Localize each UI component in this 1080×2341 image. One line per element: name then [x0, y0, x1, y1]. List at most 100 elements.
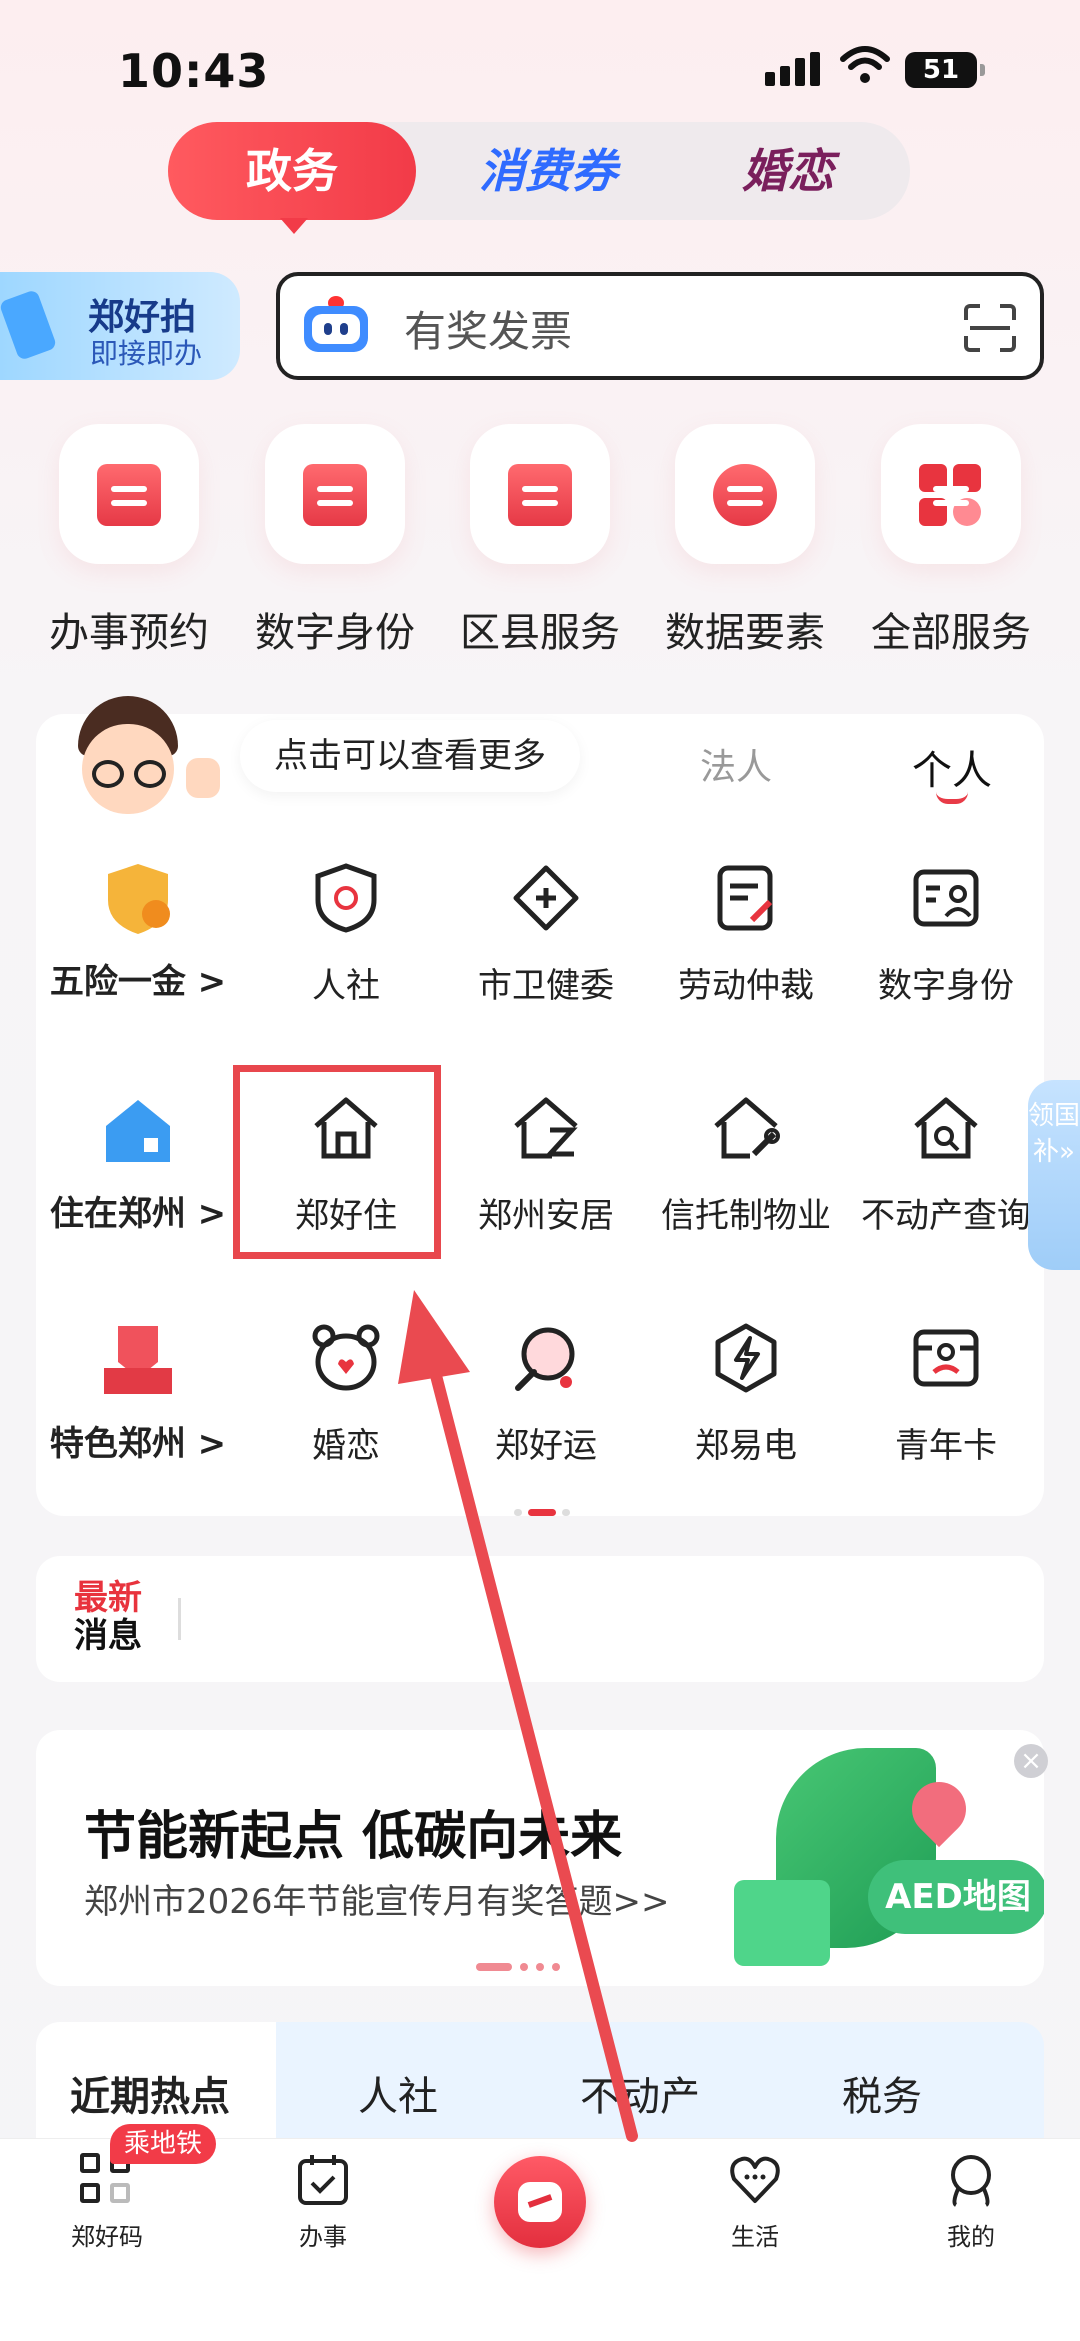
- user-icon: [944, 2153, 998, 2207]
- battery-icon: 51: [905, 52, 985, 88]
- scan-icon[interactable]: [964, 304, 1016, 352]
- subsidy-side-tab[interactable]: 领国补»: [1028, 1080, 1080, 1270]
- tab-realestate[interactable]: 不动产: [580, 2064, 700, 2122]
- search-input[interactable]: 有奖发票: [404, 298, 572, 359]
- banner-indicator: [476, 1956, 568, 1975]
- service-label: 人社: [312, 966, 380, 1006]
- tabbar-code[interactable]: 郑好码: [32, 2153, 182, 2252]
- home-search-icon: [910, 1092, 982, 1164]
- assistant-avatar[interactable]: [62, 696, 232, 826]
- quick-label: 全部服务: [871, 610, 1031, 656]
- shield-eye-icon: [310, 862, 382, 934]
- tab-government[interactable]: 政务: [168, 122, 416, 234]
- building-icon: [508, 464, 572, 526]
- category-housing[interactable]: 住在郑州 >: [40, 1092, 236, 1235]
- tab-individual[interactable]: 个人: [912, 738, 992, 796]
- service-realestate-query[interactable]: 不动产查询: [846, 1092, 1046, 1237]
- divider: [178, 1598, 181, 1640]
- service-hr[interactable]: 人社: [246, 862, 446, 1007]
- tabbar-mine[interactable]: 我的: [896, 2153, 1046, 2252]
- service-label: 郑易电: [695, 1426, 797, 1466]
- news-bar[interactable]: 最新 消息: [36, 1556, 1044, 1682]
- category-label: 五险一金 >: [49, 962, 227, 1002]
- tabbar-affairs[interactable]: 办事: [248, 2153, 398, 2252]
- service-label: 郑州安居: [478, 1196, 614, 1236]
- category-label: 特色郑州 >: [49, 1424, 227, 1464]
- id-card-icon: [303, 464, 367, 526]
- category-insurance[interactable]: 五险一金 >: [40, 860, 236, 1003]
- highlight-box: [233, 1065, 441, 1259]
- search-bar[interactable]: 有奖发票: [276, 272, 1044, 380]
- service-property[interactable]: 信托制物业: [646, 1092, 846, 1237]
- lightning-icon: [710, 1322, 782, 1394]
- calendar-check-icon: [296, 2153, 350, 2207]
- quick-label: 办事预约: [49, 610, 209, 656]
- shield-icon: [100, 860, 176, 936]
- tab-tax[interactable]: 税务: [842, 2064, 922, 2122]
- tab-coupons[interactable]: 消费券: [448, 122, 648, 220]
- service-electric[interactable]: 郑易电: [646, 1322, 846, 1467]
- service-health[interactable]: 市卫健委: [446, 862, 646, 1007]
- tab-legal-person[interactable]: 法人: [700, 738, 772, 790]
- quick-all[interactable]: 全部服务: [856, 424, 1046, 658]
- wifi-icon: [840, 46, 890, 83]
- home-z-icon: [510, 1092, 582, 1164]
- quick-label: 区县服务: [460, 610, 620, 656]
- service-anju[interactable]: 郑州安居: [446, 1092, 646, 1237]
- top-segment: 政务 消费券 婚恋: [168, 122, 910, 234]
- landmark-icon: [100, 1322, 176, 1398]
- category-label: 住在郑州 >: [49, 1194, 227, 1234]
- robot-icon: [304, 296, 368, 358]
- tab-hr[interactable]: 人社: [358, 2064, 438, 2122]
- service-label: 劳动仲裁: [678, 966, 814, 1006]
- tabbar-label: 我的: [947, 2223, 995, 2251]
- service-label: 数字身份: [878, 966, 1014, 1006]
- quick-label: 数字身份: [255, 610, 415, 656]
- phone-icon: [0, 289, 58, 361]
- category-featured[interactable]: 特色郑州 >: [40, 1322, 236, 1465]
- close-icon[interactable]: ×: [1014, 1744, 1048, 1778]
- service-arbitration[interactable]: 劳动仲裁: [646, 862, 846, 1007]
- service-label: 郑好运: [495, 1426, 597, 1466]
- service-label: 青年卡: [895, 1426, 997, 1466]
- tabbar-label: 生活: [731, 2223, 779, 2251]
- metro-badge: 乘地铁: [110, 2124, 217, 2164]
- home-wrench-icon: [710, 1092, 782, 1164]
- tip-bubble[interactable]: 点击可以查看更多: [240, 720, 580, 792]
- status-time: 10:43: [118, 44, 270, 98]
- quick-data[interactable]: 数据要素: [650, 424, 840, 658]
- service-label: 婚恋: [312, 1426, 380, 1466]
- house-icon: [100, 1092, 176, 1168]
- service-youth-card[interactable]: 青年卡: [846, 1322, 1046, 1467]
- news-label-bottom: 消息: [74, 1616, 142, 1656]
- tab-dating[interactable]: 婚恋: [688, 122, 888, 220]
- home-center-button[interactable]: [494, 2156, 586, 2248]
- ping-pong-icon: [510, 1322, 582, 1394]
- tab-hot[interactable]: 近期热点: [70, 2064, 230, 2122]
- promo-subtitle: 即接即办: [90, 337, 203, 370]
- calendar-icon: [97, 464, 161, 526]
- health-plus-icon: [510, 862, 582, 934]
- grid-icon: [919, 464, 983, 526]
- heart-icon: [728, 2153, 782, 2207]
- page-indicator: [514, 1502, 576, 1521]
- service-dating[interactable]: 婚恋: [246, 1322, 446, 1467]
- tabbar-life[interactable]: 生活: [680, 2153, 830, 2252]
- service-label: 信托制物业: [661, 1196, 831, 1236]
- news-label-top: 最新: [74, 1578, 142, 1618]
- document-edit-icon: [710, 862, 782, 934]
- tabbar-label: 郑好码: [71, 2223, 143, 2251]
- quick-digital-id[interactable]: 数字身份: [240, 424, 430, 658]
- service-label: 市卫健委: [478, 966, 614, 1006]
- zhenghaopai-button[interactable]: 郑好拍 即接即办: [0, 272, 240, 380]
- quick-district[interactable]: 区县服务: [445, 424, 635, 658]
- service-transport[interactable]: 郑好运: [446, 1322, 646, 1467]
- id-card-outline-icon: [910, 862, 982, 934]
- aed-map-button[interactable]: AED地图: [868, 1860, 1044, 1934]
- promo-banner[interactable]: 节能新起点 低碳向未来 郑州市2026年节能宣传月有奖答题>> AED地图: [36, 1730, 1044, 1986]
- bear-heart-icon: [310, 1322, 382, 1394]
- card-person-icon: [910, 1322, 982, 1394]
- quick-appointment[interactable]: 办事预约: [34, 424, 224, 658]
- service-digital-id[interactable]: 数字身份: [846, 862, 1046, 1007]
- database-icon: [713, 464, 777, 526]
